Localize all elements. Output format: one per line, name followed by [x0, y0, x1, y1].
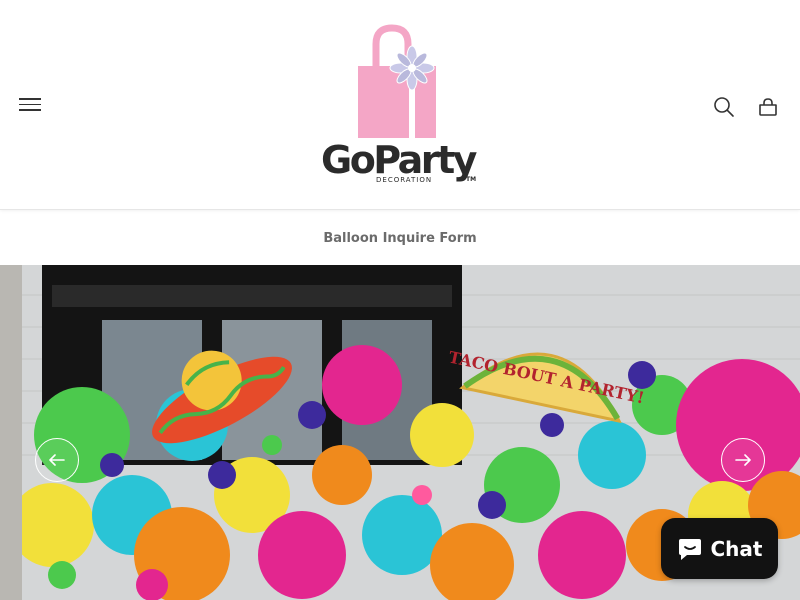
- site-logo[interactable]: GoParty DECORATION TM: [318, 22, 482, 190]
- logo-subtitle: DECORATION: [376, 176, 433, 184]
- arrow-left-icon: [49, 454, 65, 466]
- previous-slide-button[interactable]: [35, 438, 79, 482]
- search-icon: [714, 97, 734, 117]
- hamburger-menu-icon: [19, 98, 43, 111]
- search-button[interactable]: [713, 96, 735, 118]
- chat-button[interactable]: Chat: [661, 518, 778, 579]
- gift-bag-logo-icon: [358, 24, 436, 138]
- menu-button[interactable]: [19, 98, 43, 116]
- previous-slide-peek: [0, 265, 22, 600]
- nav-link-balloon-inquire-form[interactable]: Balloon Inquire Form: [323, 231, 476, 246]
- chat-label: Chat: [710, 536, 763, 561]
- cart-button[interactable]: [757, 96, 779, 118]
- logo-trademark: TM: [466, 176, 477, 183]
- arrow-right-icon: [735, 454, 751, 466]
- next-slide-button[interactable]: [721, 438, 765, 482]
- cart-icon: [759, 98, 777, 116]
- chat-bubble-icon: [678, 538, 701, 560]
- main-nav: Balloon Inquire Form: [0, 211, 800, 265]
- site-header: GoParty DECORATION TM: [0, 0, 800, 210]
